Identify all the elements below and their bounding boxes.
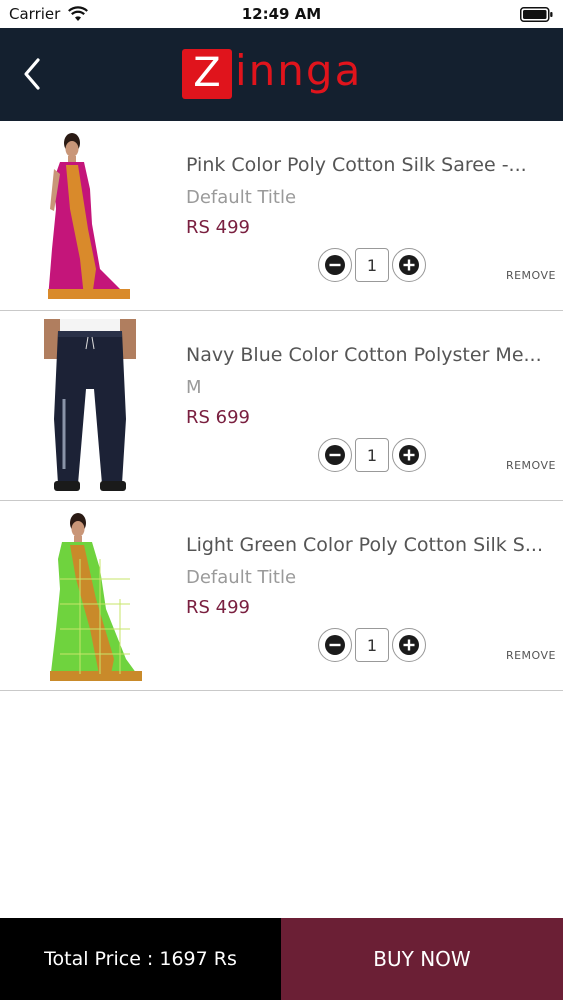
plus-icon [399, 255, 419, 275]
battery-icon [520, 7, 553, 22]
cart-item: Navy Blue Color Cotton Polyster Me... M … [0, 311, 563, 501]
brand-logo: Z innga [182, 48, 362, 100]
remove-button[interactable]: REMOVE [506, 649, 556, 662]
cart-list: Pink Color Poly Cotton Silk Saree -... D… [0, 121, 563, 691]
quantity-stepper: 1 [318, 438, 426, 472]
cart-item: Light Green Color Poly Cotton Silk S... … [0, 501, 563, 691]
logo-wordmark: innga [235, 46, 363, 95]
product-variant: Default Title [186, 187, 297, 208]
decrease-quantity-button[interactable] [318, 628, 352, 662]
increase-quantity-button[interactable] [392, 248, 426, 282]
product-image-navy-track-pants[interactable] [30, 319, 150, 494]
minus-icon [325, 635, 345, 655]
status-bar: Carrier 12:49 AM [0, 0, 563, 28]
quantity-value: 1 [355, 248, 389, 282]
quantity-stepper: 1 [318, 628, 426, 662]
cart-item: Pink Color Poly Cotton Silk Saree -... D… [0, 121, 563, 311]
product-name[interactable]: Pink Color Poly Cotton Silk Saree -... [186, 154, 552, 176]
buy-now-button[interactable]: BUY NOW [281, 918, 563, 1000]
product-image-pink-saree[interactable] [30, 129, 150, 304]
chevron-left-icon [24, 58, 40, 90]
product-variant: M [186, 377, 202, 398]
minus-icon [325, 445, 345, 465]
decrease-quantity-button[interactable] [318, 438, 352, 472]
product-price: RS 499 [186, 217, 251, 238]
status-time: 12:49 AM [241, 5, 322, 23]
increase-quantity-button[interactable] [392, 628, 426, 662]
decrease-quantity-button[interactable] [318, 248, 352, 282]
remove-button[interactable]: REMOVE [506, 269, 556, 282]
increase-quantity-button[interactable] [392, 438, 426, 472]
product-price: RS 499 [186, 597, 251, 618]
plus-icon [399, 635, 419, 655]
product-name[interactable]: Light Green Color Poly Cotton Silk S... [186, 534, 552, 556]
logo-mark: Z [182, 49, 232, 99]
product-variant: Default Title [186, 567, 297, 588]
total-price: Total Price : 1697 Rs [0, 918, 281, 1000]
product-price: RS 699 [186, 407, 251, 428]
app-header: Z innga [0, 28, 563, 121]
remove-button[interactable]: REMOVE [506, 459, 556, 472]
minus-icon [325, 255, 345, 275]
product-name[interactable]: Navy Blue Color Cotton Polyster Me... [186, 344, 552, 366]
back-button[interactable] [14, 54, 50, 94]
quantity-value: 1 [355, 438, 389, 472]
quantity-stepper: 1 [318, 248, 426, 282]
quantity-value: 1 [355, 628, 389, 662]
product-image-green-saree[interactable] [30, 509, 150, 684]
checkout-footer: Total Price : 1697 Rs BUY NOW [0, 918, 563, 1000]
plus-icon [399, 445, 419, 465]
